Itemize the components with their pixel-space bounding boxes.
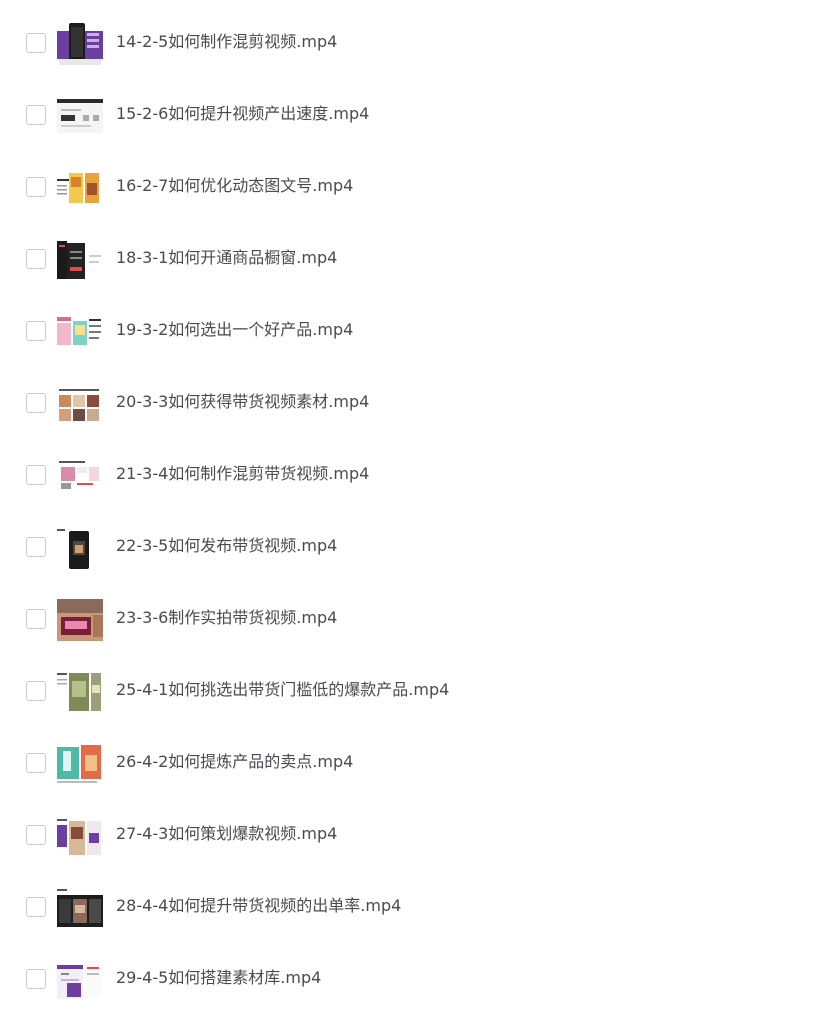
- file-row[interactable]: 18-3-1如何开通商品橱窗.mp4: [0, 224, 828, 296]
- file-row[interactable]: 25-4-1如何挑选出带货门槛低的爆款产品.mp4: [0, 656, 828, 728]
- file-name[interactable]: 20-3-3如何获得带货视频素材.mp4: [116, 391, 369, 413]
- video-thumbnail-icon[interactable]: [57, 381, 103, 427]
- file-checkbox[interactable]: [26, 105, 46, 125]
- video-thumbnail-icon[interactable]: [57, 885, 103, 931]
- video-thumbnail-icon[interactable]: [57, 813, 103, 859]
- file-name[interactable]: 28-4-4如何提升带货视频的出单率.mp4: [116, 895, 401, 917]
- file-checkbox[interactable]: [26, 969, 46, 989]
- file-row[interactable]: 14-2-5如何制作混剪视频.mp4: [0, 8, 828, 80]
- video-thumbnail-icon[interactable]: [57, 597, 103, 643]
- video-thumbnail-icon[interactable]: [57, 669, 103, 715]
- video-thumbnail-icon[interactable]: [57, 741, 103, 787]
- file-checkbox[interactable]: [26, 609, 46, 629]
- file-checkbox[interactable]: [26, 33, 46, 53]
- file-name[interactable]: 21-3-4如何制作混剪带货视频.mp4: [116, 463, 369, 485]
- file-name[interactable]: 29-4-5如何搭建素材库.mp4: [116, 967, 321, 989]
- file-name[interactable]: 22-3-5如何发布带货视频.mp4: [116, 535, 337, 557]
- file-checkbox[interactable]: [26, 465, 46, 485]
- file-name[interactable]: 18-3-1如何开通商品橱窗.mp4: [116, 247, 337, 269]
- file-name[interactable]: 26-4-2如何提炼产品的卖点.mp4: [116, 751, 353, 773]
- file-name[interactable]: 16-2-7如何优化动态图文号.mp4: [116, 175, 353, 197]
- file-row[interactable]: 15-2-6如何提升视频产出速度.mp4: [0, 80, 828, 152]
- video-thumbnail-icon[interactable]: [57, 453, 103, 499]
- file-checkbox[interactable]: [26, 897, 46, 917]
- file-name[interactable]: 15-2-6如何提升视频产出速度.mp4: [116, 103, 369, 125]
- video-thumbnail-icon[interactable]: [57, 309, 103, 355]
- file-name[interactable]: 23-3-6制作实拍带货视频.mp4: [116, 607, 337, 629]
- file-name[interactable]: 25-4-1如何挑选出带货门槛低的爆款产品.mp4: [116, 679, 449, 701]
- file-checkbox[interactable]: [26, 393, 46, 413]
- video-thumbnail-icon[interactable]: [57, 93, 103, 139]
- file-row[interactable]: 21-3-4如何制作混剪带货视频.mp4: [0, 440, 828, 512]
- video-thumbnail-icon[interactable]: [57, 21, 103, 67]
- file-row[interactable]: 27-4-3如何策划爆款视频.mp4: [0, 800, 828, 872]
- file-checkbox[interactable]: [26, 537, 46, 557]
- video-thumbnail-icon[interactable]: [57, 237, 103, 283]
- file-name[interactable]: 19-3-2如何选出一个好产品.mp4: [116, 319, 353, 341]
- video-thumbnail-icon[interactable]: [57, 957, 103, 1003]
- file-name[interactable]: 14-2-5如何制作混剪视频.mp4: [116, 31, 337, 53]
- file-row[interactable]: 16-2-7如何优化动态图文号.mp4: [0, 152, 828, 224]
- file-row[interactable]: 28-4-4如何提升带货视频的出单率.mp4: [0, 872, 828, 944]
- video-thumbnail-icon[interactable]: [57, 525, 103, 571]
- file-row[interactable]: 19-3-2如何选出一个好产品.mp4: [0, 296, 828, 368]
- file-list: 14-2-5如何制作混剪视频.mp4 15-2-6如何提升视频产出速度.mp4: [0, 0, 828, 1024]
- file-row[interactable]: 22-3-5如何发布带货视频.mp4: [0, 512, 828, 584]
- file-checkbox[interactable]: [26, 753, 46, 773]
- video-thumbnail-icon[interactable]: [57, 165, 103, 211]
- file-row[interactable]: 23-3-6制作实拍带货视频.mp4: [0, 584, 828, 656]
- file-checkbox[interactable]: [26, 681, 46, 701]
- file-checkbox[interactable]: [26, 177, 46, 197]
- file-name[interactable]: 27-4-3如何策划爆款视频.mp4: [116, 823, 337, 845]
- file-row[interactable]: 29-4-5如何搭建素材库.mp4: [0, 944, 828, 1016]
- file-checkbox[interactable]: [26, 825, 46, 845]
- file-checkbox[interactable]: [26, 321, 46, 341]
- file-checkbox[interactable]: [26, 249, 46, 269]
- file-row[interactable]: 26-4-2如何提炼产品的卖点.mp4: [0, 728, 828, 800]
- file-row[interactable]: 20-3-3如何获得带货视频素材.mp4: [0, 368, 828, 440]
